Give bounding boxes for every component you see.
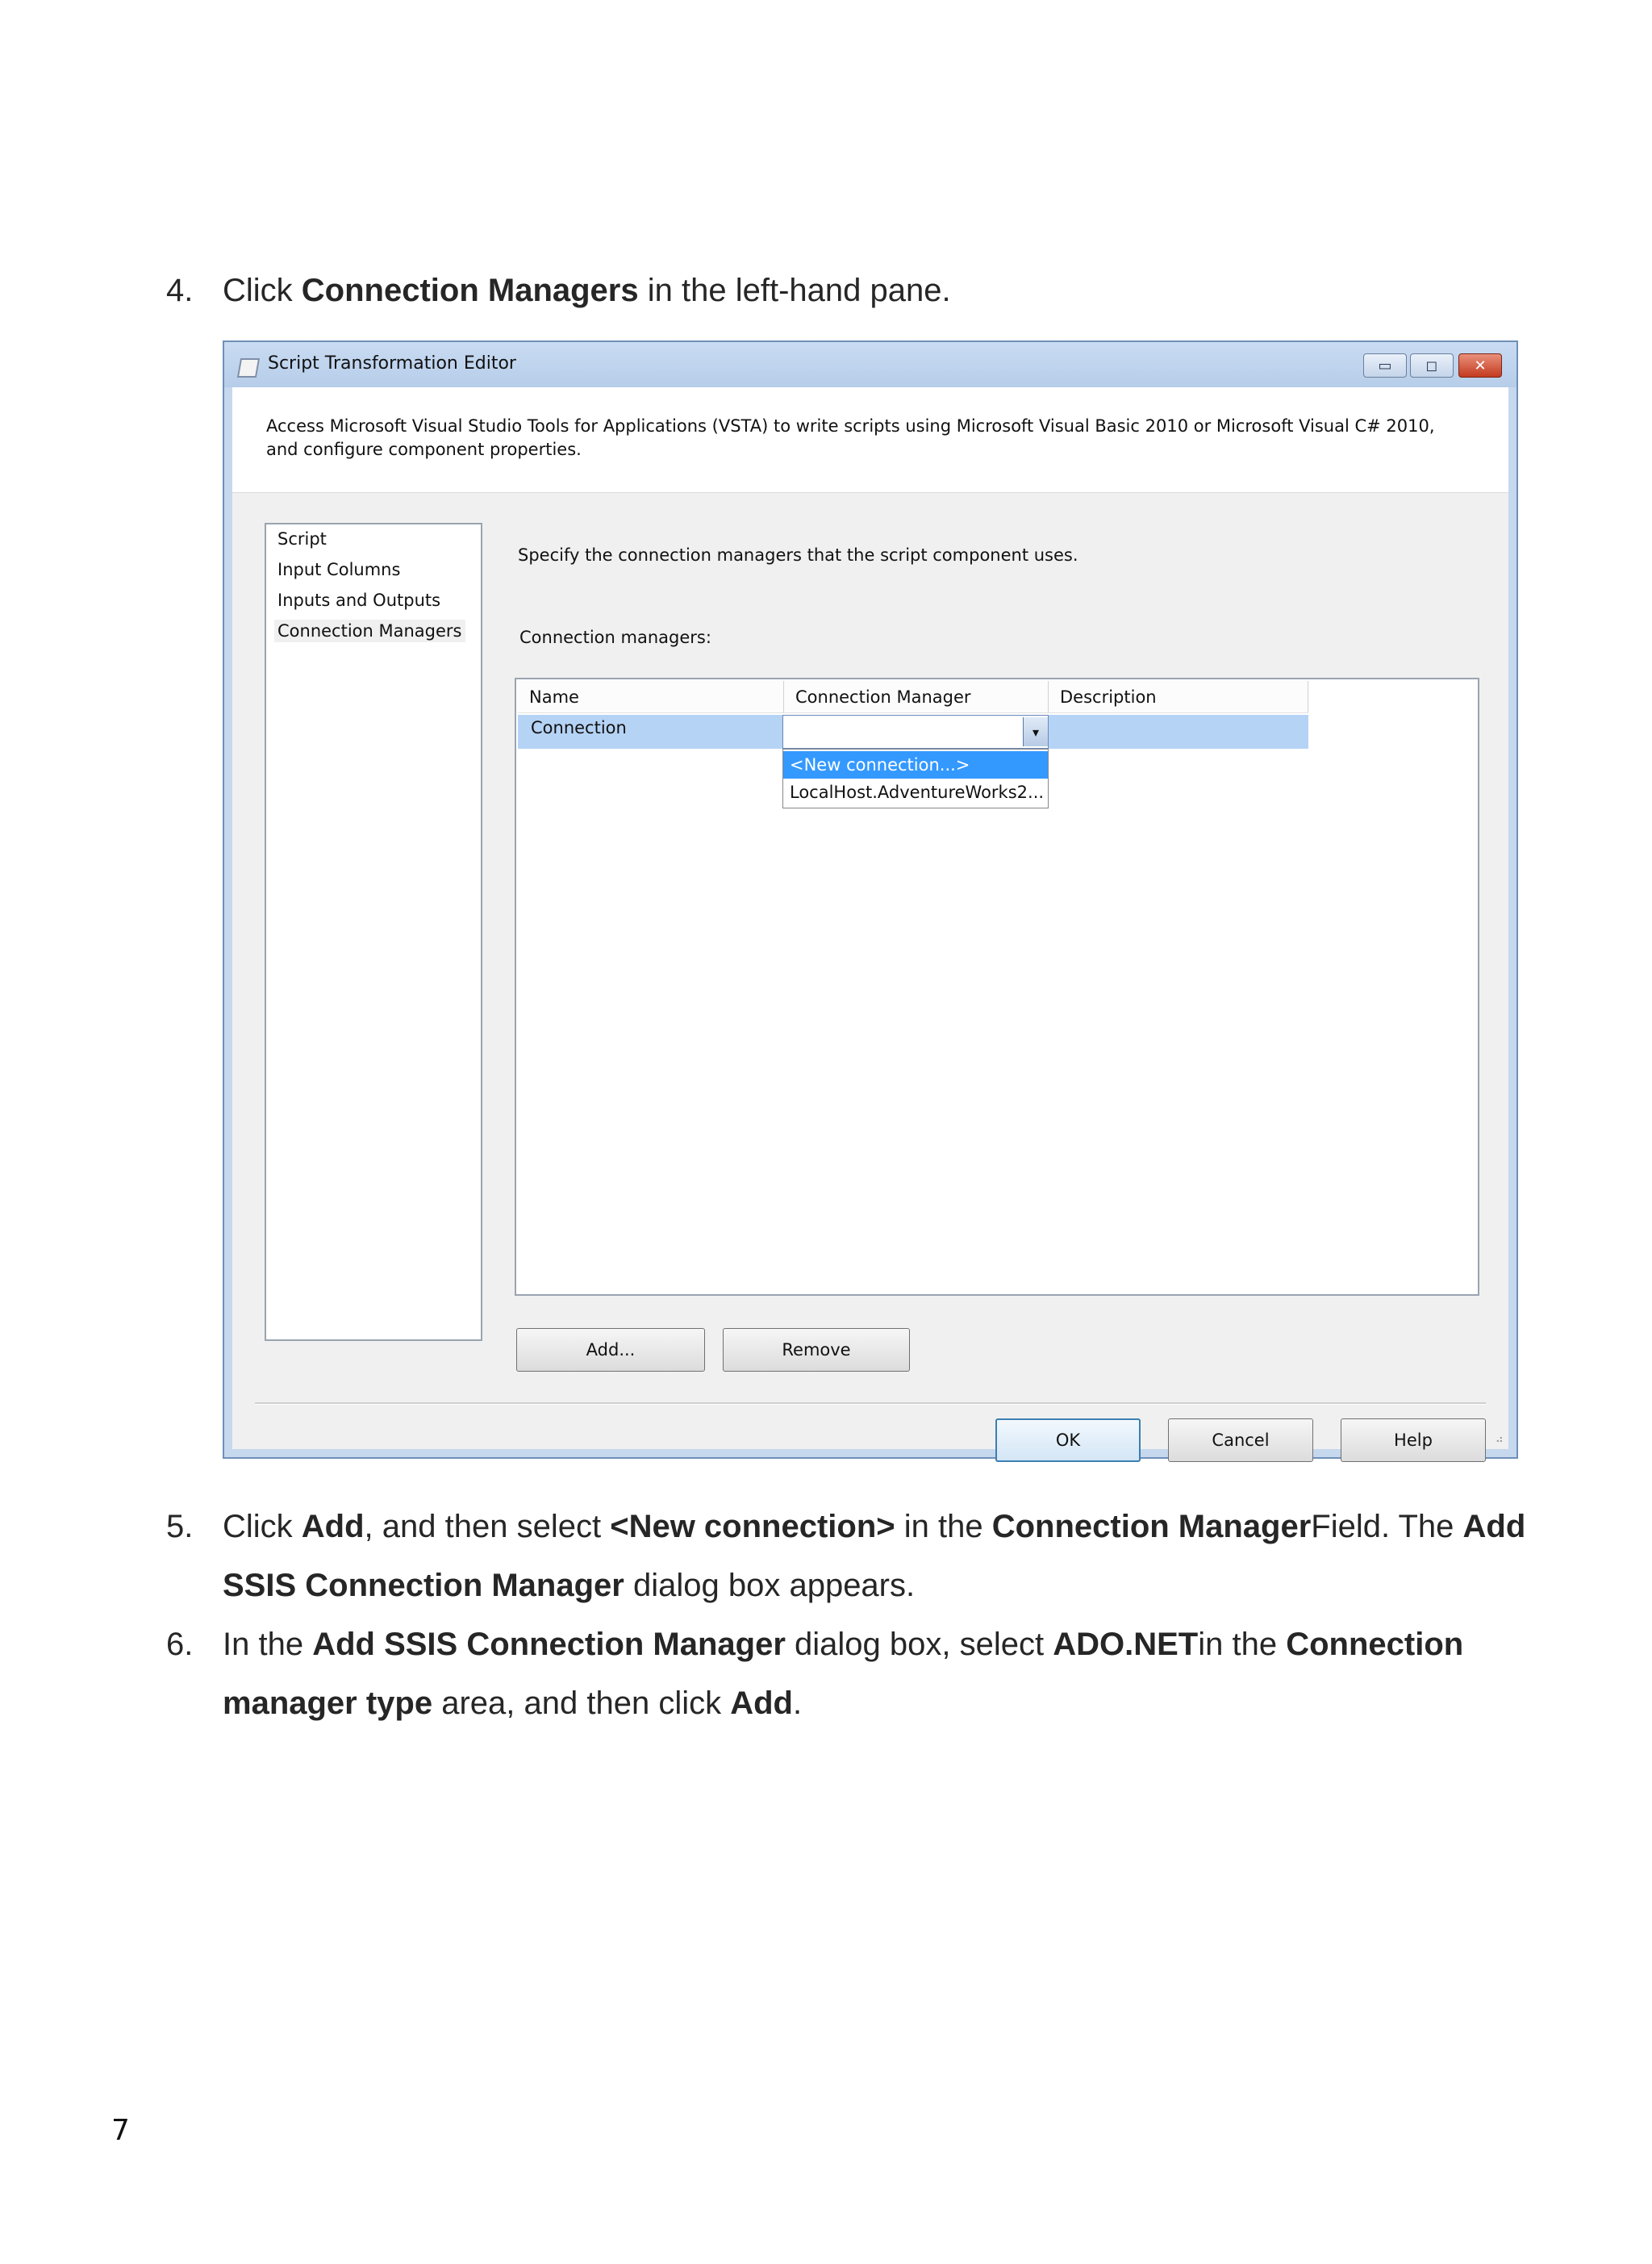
bold-run: ADO.NET (1053, 1627, 1199, 1662)
navigation-pane: Script Input Columns Inputs and Outputs … (265, 523, 482, 1341)
bold-run: Add (301, 1509, 365, 1544)
text-run: Field. The (1311, 1509, 1463, 1544)
text-run: dialog box, select (785, 1627, 1053, 1662)
bold-run: Add SSIS Connection Manager (312, 1627, 786, 1662)
connection-manager-combo[interactable]: ▾ (782, 715, 1049, 749)
text-run: Click (223, 1509, 302, 1544)
text-run: in the (1198, 1627, 1287, 1662)
step-number: 5. (166, 1509, 194, 1544)
header-area: Access Microsoft Visual Studio Tools for… (232, 387, 1508, 493)
remove-button[interactable]: Remove (723, 1328, 910, 1372)
panel-description: Specify the connection managers that the… (518, 545, 1078, 565)
step-5: 5. Click Add, and then select <New conne… (166, 1497, 1537, 1619)
maximize-icon: ◻ (1425, 357, 1438, 374)
help-button[interactable]: Help (1341, 1418, 1486, 1462)
step-6: 6. In the Add SSIS Connection Manager di… (166, 1615, 1537, 1736)
column-header-name[interactable]: Name (518, 681, 784, 713)
resize-grip-icon[interactable]: ⠴ (1496, 1433, 1504, 1446)
close-button[interactable]: ✕ (1458, 353, 1502, 378)
dropdown-option-new-connection[interactable]: <New connection...> (783, 751, 1048, 779)
minimize-button[interactable]: ▭ (1363, 353, 1407, 378)
title-bar: Script Transformation Editor ▭ ◻ ✕ (224, 342, 1516, 387)
nav-item-inputs-and-outputs[interactable]: Inputs and Outputs (274, 589, 444, 612)
text-run: in the (895, 1509, 992, 1544)
text-run: In the (223, 1627, 313, 1662)
nav-item-script[interactable]: Script (274, 528, 330, 550)
arrow-glyph: ▾ (1032, 724, 1040, 740)
step-text: Click Add, and then select <New connecti… (223, 1497, 1546, 1615)
text-run: Click (223, 273, 302, 308)
text-run: . (792, 1685, 803, 1721)
dropdown-option-localhost[interactable]: LocalHost.AdventureWorks2... (783, 779, 1048, 806)
dialog-title: Script Transformation Editor (268, 353, 516, 374)
minimize-icon: ▭ (1378, 357, 1392, 374)
connection-dropdown-list: <New connection...> LocalHost.AdventureW… (782, 749, 1049, 808)
connection-managers-label: Connection managers: (519, 628, 711, 647)
close-icon: ✕ (1474, 357, 1487, 374)
connection-managers-grid: Name Connection Manager Description Conn… (515, 678, 1479, 1296)
divider (255, 1402, 1486, 1405)
ok-button[interactable]: OK (995, 1418, 1141, 1462)
step-text: In the Add SSIS Connection Manager dialo… (223, 1615, 1546, 1733)
step-text: Click Connection Managers in the left-ha… (223, 261, 1546, 320)
step-number: 4. (166, 273, 194, 308)
text-run: area, and then click (432, 1685, 731, 1721)
page-number: 7 (111, 2114, 130, 2147)
text-run: dialog box appears. (624, 1568, 916, 1603)
bold-run: Connection Managers (301, 273, 639, 308)
cancel-button[interactable]: Cancel (1168, 1418, 1313, 1462)
add-button[interactable]: Add... (516, 1328, 705, 1372)
bold-run: Add (730, 1685, 793, 1721)
step-number: 6. (166, 1627, 194, 1662)
bold-run: Connection Manager (991, 1509, 1312, 1544)
bold-run: <New connection> (610, 1509, 895, 1544)
text-run: in the left-hand pane. (638, 273, 951, 308)
nav-item-connection-managers[interactable]: Connection Managers (274, 620, 465, 642)
script-transformation-editor-dialog: Script Transformation Editor ▭ ◻ ✕ Acces… (223, 340, 1518, 1462)
nav-item-input-columns[interactable]: Input Columns (274, 558, 403, 581)
app-icon (236, 358, 261, 378)
maximize-button[interactable]: ◻ (1410, 353, 1454, 378)
dialog-content: Access Microsoft Visual Studio Tools for… (232, 387, 1508, 1462)
column-header-connection-manager[interactable]: Connection Manager (784, 681, 1049, 713)
chevron-down-icon[interactable]: ▾ (1023, 717, 1048, 746)
cell-name[interactable]: Connection (531, 718, 627, 737)
dialog-description: Access Microsoft Visual Studio Tools for… (266, 416, 1435, 459)
column-header-description[interactable]: Description (1049, 681, 1308, 713)
text-run: , and then select (364, 1509, 611, 1544)
